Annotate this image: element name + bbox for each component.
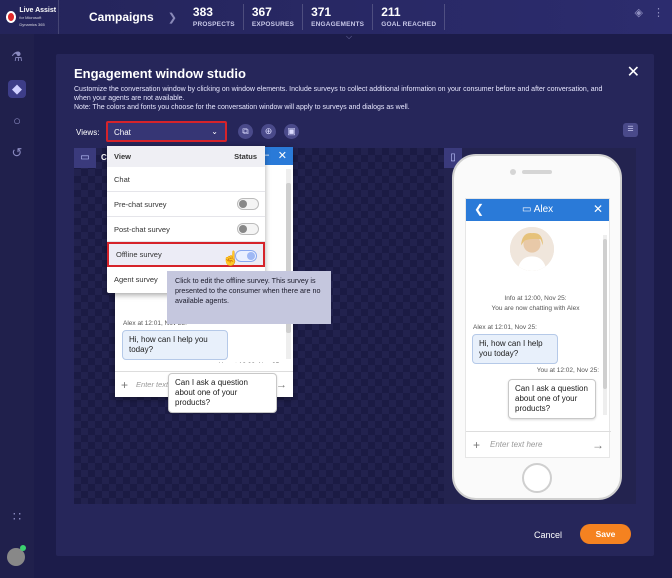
info-meta: Info at 12:00, Nov 25: — [504, 295, 567, 302]
live-assist-logo[interactable]: Live Assist for Microsoft Dynamics 365 — [0, 0, 58, 34]
offline-survey-tooltip: Click to edit the offline survey. This s… — [167, 271, 331, 324]
canvas-label: C — [101, 153, 107, 162]
stat-exposures[interactable]: 367 EXPOSURES — [244, 6, 302, 29]
stat-goal-reached[interactable]: 211 GOAL REACHED — [373, 6, 444, 29]
dropdown-header: View Status — [107, 146, 265, 167]
close-icon[interactable]: ✕ — [627, 62, 640, 82]
back-icon[interactable]: ❮ — [474, 202, 484, 216]
send-arrow-icon[interactable]: → — [276, 379, 287, 391]
logo-subtext: for Microsoft Dynamics 365 — [19, 14, 45, 27]
left-sidebar: ⚗ ◆ ○ ↺ ∷ — [0, 34, 34, 578]
view-option-offline-survey[interactable]: Offline survey — [107, 242, 265, 267]
agent-photo — [510, 227, 554, 271]
agent-meta: Alex at 12:01, Nov 25: — [473, 324, 537, 331]
info-text: You are now chatting with Alex — [491, 305, 580, 312]
studio-title: Engagement window studio — [74, 66, 246, 81]
settings-icon[interactable]: ☰ — [623, 123, 638, 137]
chevron-right-icon: ❯ — [167, 11, 177, 24]
hand-cursor-icon: ☝ — [222, 250, 240, 266]
agent-message: Hi, how can I help you today? — [122, 330, 228, 360]
views-label: Views: — [76, 128, 100, 137]
save-button[interactable]: Save — [580, 524, 631, 544]
views-select[interactable]: Chat ⌄ — [106, 121, 227, 142]
top-bar: Live Assist for Microsoft Dynamics 365 C… — [0, 0, 672, 41]
layers-icon[interactable]: ◈ — [635, 6, 643, 19]
mobile-chat-input[interactable]: + Enter text here → — [466, 431, 611, 457]
cancel-button[interactable]: Cancel — [534, 530, 562, 540]
user-meta: You at 12:02, Nov 25: — [536, 367, 599, 374]
agent-name: Alex — [533, 204, 554, 215]
mobile-chat-header[interactable]: ❮ ▭ Alex ✕ — [466, 199, 609, 221]
camera-icon — [510, 169, 516, 175]
phone-preview: ❮ ▭ Alex ✕ Info at 12:00, Nov 25: You ar… — [452, 154, 622, 500]
agent-message: Hi, how can I help you today? — [472, 334, 558, 364]
apps-grid-icon[interactable]: ∷ — [8, 508, 26, 526]
user-message: Can I ask a question about one of your p… — [508, 379, 596, 419]
copy-icon[interactable]: ⧉ — [238, 124, 253, 139]
pre-chat-toggle[interactable] — [237, 198, 259, 210]
home-button — [522, 463, 552, 493]
mobile-preview-icon[interactable]: ▣ — [284, 124, 299, 139]
chevron-down-icon: ⌄ — [211, 127, 218, 136]
add-icon[interactable]: ⊕ — [261, 124, 276, 139]
speaker-icon — [522, 170, 552, 174]
studio-description: Customize the conversation window by cli… — [74, 86, 603, 111]
flask-icon[interactable]: ⚗ — [8, 48, 26, 66]
logo-icon — [6, 11, 17, 23]
input-placeholder[interactable]: Enter text here — [490, 440, 592, 449]
close-icon[interactable]: ✕ — [278, 149, 287, 162]
stat-engagements[interactable]: 371 ENGAGEMENTS — [303, 6, 372, 29]
view-option-chat[interactable]: Chat — [107, 167, 265, 192]
desktop-icon[interactable]: ▭ — [74, 148, 96, 168]
online-status-dot — [20, 545, 26, 551]
tag-icon[interactable]: ◆ — [8, 80, 26, 98]
plus-icon[interactable]: + — [121, 378, 128, 392]
campaigns-title[interactable]: Campaigns — [59, 10, 168, 24]
view-option-pre-chat-survey[interactable]: Pre-chat survey — [107, 192, 265, 217]
user-message: Can I ask a question about one of your p… — [168, 373, 277, 413]
view-option-post-chat-survey[interactable]: Post-chat survey — [107, 217, 265, 242]
plus-icon[interactable]: + — [473, 438, 480, 452]
send-arrow-icon[interactable]: → — [592, 438, 604, 452]
user-icon[interactable]: ○ — [8, 112, 26, 130]
stat-prospects[interactable]: 383 PROSPECTS — [185, 6, 243, 29]
scrollbar[interactable] — [603, 235, 607, 415]
history-icon[interactable]: ↺ — [8, 144, 26, 162]
post-chat-toggle[interactable] — [237, 223, 259, 235]
scrollbar[interactable] — [286, 169, 291, 359]
mobile-chat-window[interactable]: ❮ ▭ Alex ✕ Info at 12:00, Nov 25: You ar… — [465, 198, 611, 458]
user-meta: You at 12:02, Nov 25: — [219, 362, 281, 363]
close-icon[interactable]: ✕ — [593, 202, 603, 216]
chevron-down-icon[interactable]: ⌵ — [346, 32, 352, 42]
more-icon[interactable]: ⋮ — [653, 6, 664, 19]
logo-text: Live Assist — [19, 6, 57, 14]
